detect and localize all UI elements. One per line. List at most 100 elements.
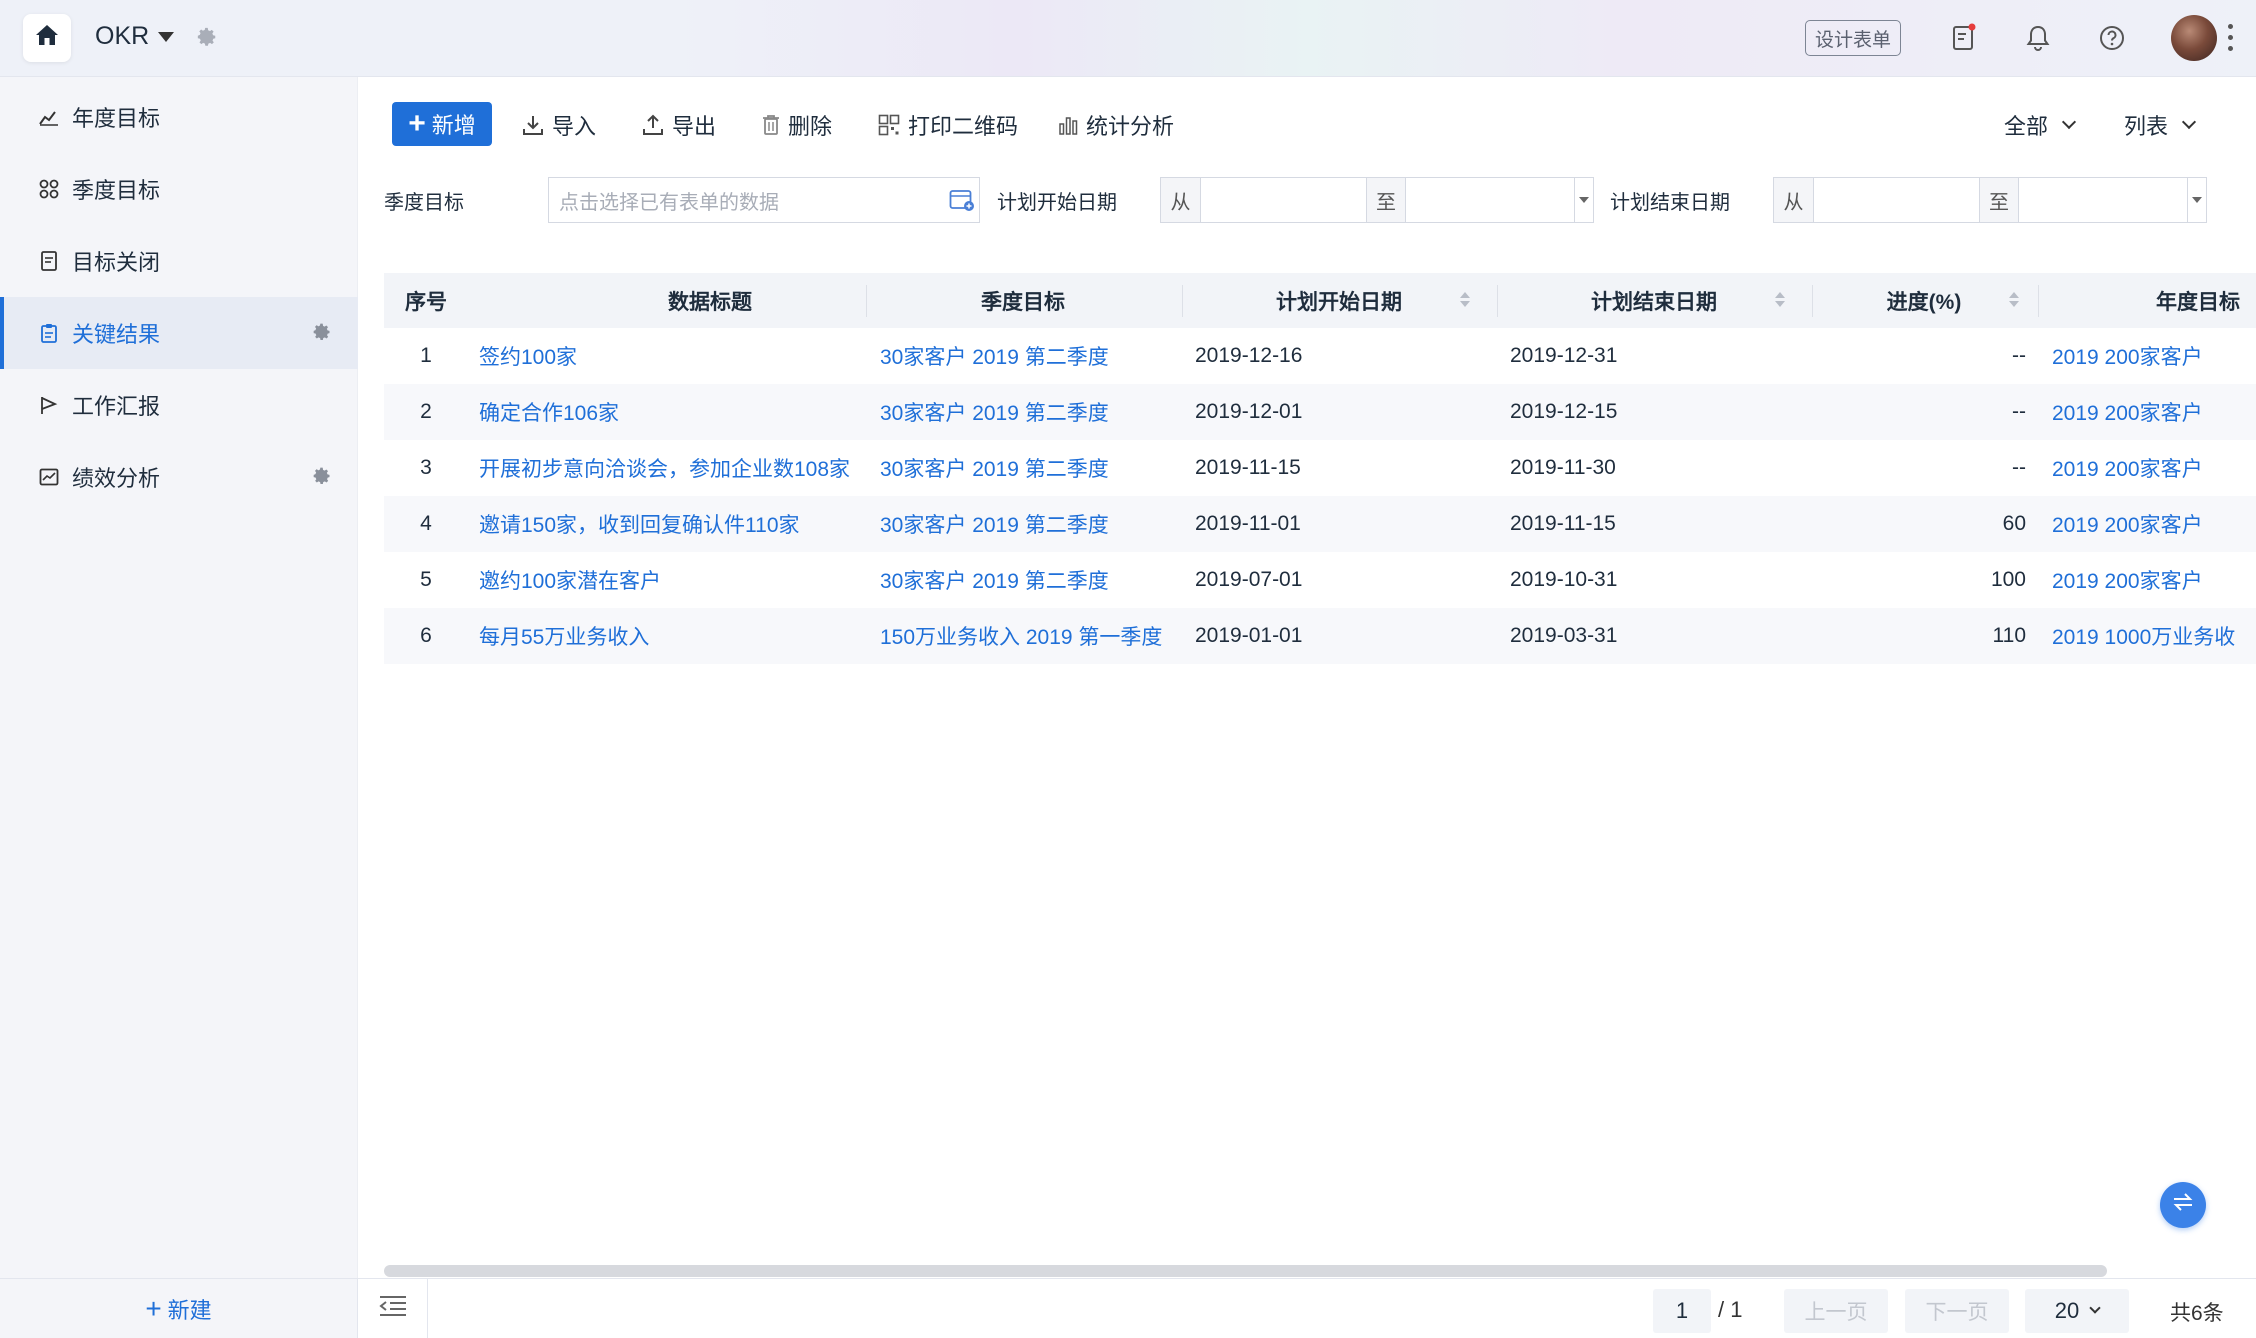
cell-annual-goal[interactable]: 2019 200家客户 xyxy=(2052,552,2256,608)
cell-annual-goal[interactable]: 2019 200家客户 xyxy=(2052,496,2256,552)
table-row[interactable]: 5 邀约100家潜在客户 30家客户 2019 第二季度 2019-07-01 2019… xyxy=(384,552,2256,608)
delete-button[interactable]: 删除 xyxy=(762,108,832,142)
caret-down-icon[interactable] xyxy=(2187,178,2205,222)
swap-float-button[interactable] xyxy=(2160,1182,2206,1228)
column-header-progress[interactable]: 进度(%) xyxy=(1812,273,2036,328)
caret-down-icon[interactable] xyxy=(1574,178,1592,222)
trash-icon xyxy=(762,114,780,136)
table-row[interactable]: 4 邀请150家，收到回复确认件110家 30家客户 2019 第二季度 2019-1… xyxy=(384,496,2256,552)
home-icon xyxy=(35,24,59,52)
cell-title[interactable]: 邀约100家潜在客户 xyxy=(479,552,869,608)
home-button[interactable] xyxy=(23,14,71,62)
cell-title[interactable]: 每月55万业务收入 xyxy=(479,608,869,664)
design-form-button[interactable]: 设计表单 xyxy=(1805,20,1901,56)
plan-start-to-input[interactable] xyxy=(1406,178,1574,222)
export-button[interactable]: 导出 xyxy=(642,108,716,142)
horizontal-scrollbar[interactable] xyxy=(384,1265,2107,1277)
column-header-plan-start[interactable]: 计划开始日期 xyxy=(1182,273,1496,328)
gear-icon[interactable] xyxy=(196,26,218,54)
cell-title[interactable]: 邀请150家，收到回复确认件110家 xyxy=(479,496,869,552)
sidebar-item-work-report[interactable]: 工作汇报 xyxy=(0,369,358,441)
cell-progress: -- xyxy=(2012,456,2026,479)
view-dropdown[interactable]: 列表 xyxy=(2124,108,2197,142)
sidebar-item-label: 年度目标 xyxy=(72,106,161,131)
page-total: / 1 xyxy=(1718,1297,1743,1322)
scope-label: 全部 xyxy=(2004,114,2049,139)
page-number-input[interactable]: 1 xyxy=(1653,1289,1711,1333)
sidebar-item-annual-goals[interactable]: 年度目标 xyxy=(0,81,358,153)
page-size-select[interactable]: 20 xyxy=(2025,1289,2129,1333)
chevron-down-icon xyxy=(2089,1302,2101,1314)
cell-plan-end: 2019-11-30 xyxy=(1510,456,1616,479)
chart-icon xyxy=(38,466,60,488)
clipboard-icon xyxy=(38,322,60,344)
plan-end-to-input[interactable] xyxy=(2019,178,2187,222)
upload-icon xyxy=(642,114,664,136)
bell-icon[interactable] xyxy=(2020,20,2056,56)
cell-quarter-goal[interactable]: 30家客户 2019 第二季度 xyxy=(880,440,1180,496)
quarter-goal-placeholder: 点击选择已有表单的数据 xyxy=(559,191,779,214)
column-header-plan-end[interactable]: 计划结束日期 xyxy=(1497,273,1811,328)
form-select-icon[interactable] xyxy=(949,188,975,218)
help-icon[interactable] xyxy=(2094,20,2130,56)
scope-dropdown[interactable]: 全部 xyxy=(2004,108,2077,142)
cell-plan-end: 2019-11-15 xyxy=(1510,512,1616,535)
table-row[interactable]: 1 签约100家 30家客户 2019 第二季度 2019-12-16 2019-12-… xyxy=(384,328,2256,384)
cell-no: 4 xyxy=(420,512,432,535)
table-row[interactable]: 6 每月55万业务收入 150万业务收入 2019 第一季度 2019-01-01 20… xyxy=(384,608,2256,664)
plan-start-from-input[interactable] xyxy=(1201,178,1366,222)
plan-start-range: 从 至 xyxy=(1160,177,1594,223)
cell-quarter-goal[interactable]: 30家客户 2019 第二季度 xyxy=(880,384,1180,440)
print-qr-button[interactable]: 打印二维码 xyxy=(878,108,1018,142)
cell-quarter-goal[interactable]: 30家客户 2019 第二季度 xyxy=(880,328,1180,384)
gear-icon[interactable] xyxy=(312,322,332,348)
collapse-sidebar-button[interactable] xyxy=(358,1279,428,1338)
cell-annual-goal[interactable]: 2019 200家客户 xyxy=(2052,440,2256,496)
task-list-icon[interactable] xyxy=(1946,20,1982,56)
cell-quarter-goal[interactable]: 30家客户 2019 第二季度 xyxy=(880,552,1180,608)
sidebar-item-key-results[interactable]: 关键结果 xyxy=(0,297,358,369)
table-header: 序号 数据标题 季度目标 计划开始日期 计划结束日期 进度(%) 年度目标 xyxy=(384,273,2256,328)
cell-title[interactable]: 签约100家 xyxy=(479,328,869,384)
plan-end-from-input[interactable] xyxy=(1814,178,1979,222)
next-page-button[interactable]: 下一页 xyxy=(1905,1289,2009,1333)
add-button[interactable]: + 新增 xyxy=(392,102,492,146)
cell-title[interactable]: 开展初步意向洽谈会，参加企业数108家 xyxy=(479,440,869,496)
gear-icon[interactable] xyxy=(312,466,332,492)
cell-title[interactable]: 确定合作106家 xyxy=(479,384,869,440)
sidebar-item-label: 工作汇报 xyxy=(72,394,161,419)
avatar[interactable] xyxy=(2171,15,2217,61)
sidebar-new-button[interactable]: + 新建 xyxy=(0,1278,358,1338)
sidebar-item-goal-close[interactable]: 目标关闭 xyxy=(0,225,358,297)
to-tag: 至 xyxy=(1366,178,1406,222)
sort-icon[interactable] xyxy=(1460,292,1470,307)
sort-icon[interactable] xyxy=(1775,292,1785,307)
cell-annual-goal[interactable]: 2019 200家客户 xyxy=(2052,328,2256,384)
to-tag: 至 xyxy=(1979,178,2019,222)
sidebar-item-label: 关键结果 xyxy=(72,322,161,347)
more-icon[interactable] xyxy=(2228,24,2234,57)
app-title[interactable]: OKR xyxy=(95,22,149,51)
import-button[interactable]: 导入 xyxy=(522,108,596,142)
cell-plan-end: 2019-12-15 xyxy=(1510,400,1618,423)
cell-annual-goal[interactable]: 2019 1000万业务收 xyxy=(2052,608,2256,664)
table-row[interactable]: 3 开展初步意向洽谈会，参加企业数108家 30家客户 2019 第二季度 2019-… xyxy=(384,440,2256,496)
cell-progress: -- xyxy=(2012,344,2026,367)
sidebar-item-quarter-goals[interactable]: 季度目标 xyxy=(0,153,358,225)
sort-icon[interactable] xyxy=(2009,292,2019,307)
quarter-goal-select[interactable]: 点击选择已有表单的数据 xyxy=(548,177,980,223)
download-icon xyxy=(522,114,544,136)
cell-no: 2 xyxy=(420,400,432,423)
cell-no: 6 xyxy=(420,624,432,647)
grid-icon xyxy=(38,178,60,200)
cell-quarter-goal[interactable]: 150万业务收入 2019 第一季度 xyxy=(880,608,1180,664)
cell-annual-goal[interactable]: 2019 200家客户 xyxy=(2052,384,2256,440)
stats-button[interactable]: 统计分析 xyxy=(1058,108,1174,142)
from-tag: 从 xyxy=(1774,178,1814,222)
table-row[interactable]: 2 确定合作106家 30家客户 2019 第二季度 2019-12-01 2019-1… xyxy=(384,384,2256,440)
caret-down-icon[interactable] xyxy=(158,32,174,42)
sidebar-item-performance[interactable]: 绩效分析 xyxy=(0,441,358,513)
prev-page-button[interactable]: 上一页 xyxy=(1784,1289,1888,1333)
cell-progress: 110 xyxy=(1992,624,2026,647)
cell-quarter-goal[interactable]: 30家客户 2019 第二季度 xyxy=(880,496,1180,552)
